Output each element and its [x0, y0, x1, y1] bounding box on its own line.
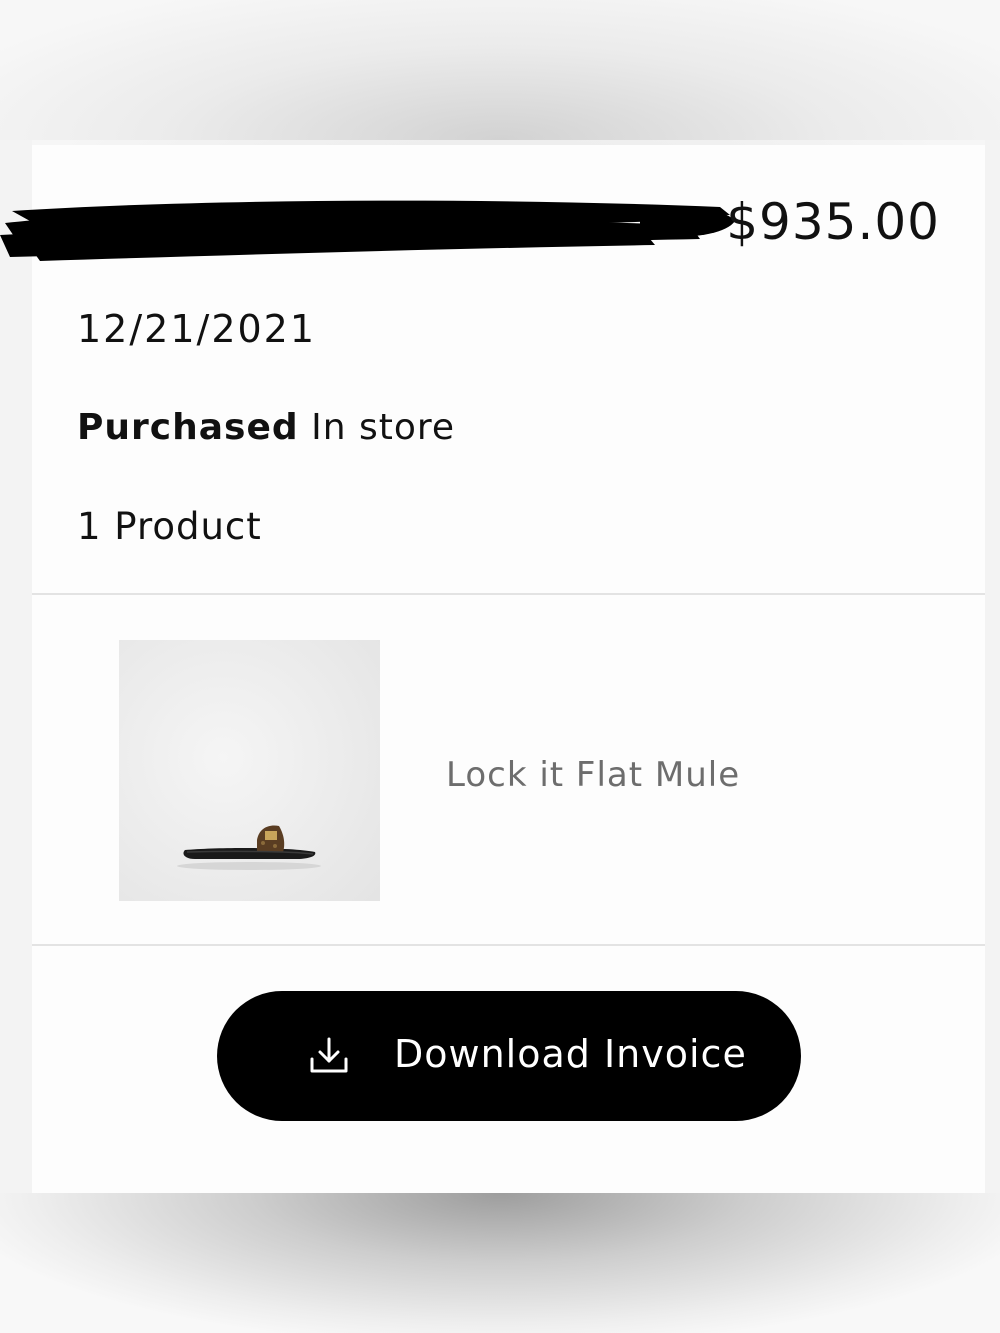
purchase-label: Purchased	[77, 407, 299, 448]
divider	[32, 593, 985, 595]
redaction-scribble	[0, 200, 735, 261]
flat-mule-sandal-icon	[177, 825, 321, 870]
background-bottom	[0, 1193, 1000, 1333]
background-right-edge	[985, 140, 1000, 1193]
background-top	[0, 0, 1000, 140]
download-icon	[310, 1037, 348, 1073]
order-total: $935.00	[726, 193, 940, 251]
order-header-row: $935.00	[0, 185, 940, 265]
product-name[interactable]: Lock it Flat Mule	[446, 755, 740, 795]
product-count: 1 Product	[77, 505, 262, 548]
download-invoice-button[interactable]: Download Invoice	[217, 991, 801, 1121]
order-date: 12/21/2021	[77, 307, 317, 351]
order-card: $935.00 12/21/2021 Purchased In store 1 …	[0, 145, 985, 1193]
purchase-channel-value: In store	[311, 407, 456, 448]
divider	[32, 944, 985, 946]
download-invoice-label: Download Invoice	[394, 1032, 747, 1076]
product-image[interactable]	[119, 640, 380, 901]
purchase-channel: Purchased In store	[77, 407, 455, 448]
background-left-edge	[0, 140, 32, 1193]
